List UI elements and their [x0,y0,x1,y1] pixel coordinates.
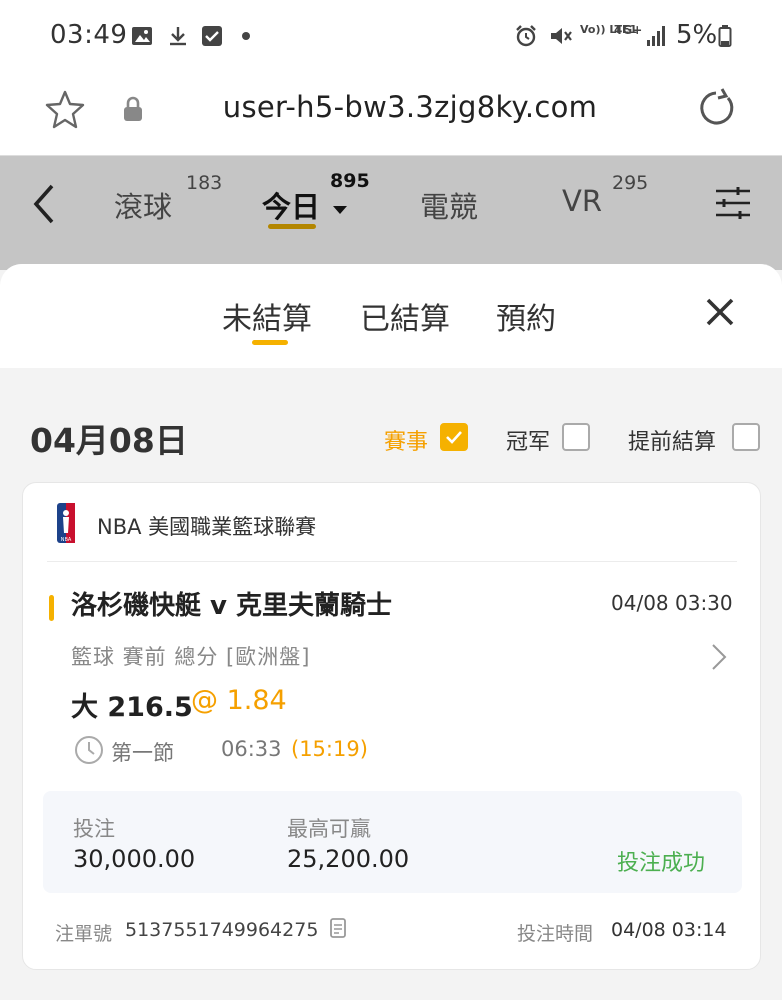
nav-tab-vr-count: 295 [612,172,649,194]
card-divider [47,561,737,562]
game-remaining: (15:19) [291,737,368,761]
checkbox-icon [200,24,224,48]
bet-pick: 大 216.5 [71,692,193,723]
battery-icon [718,24,732,48]
bet-status: 投注成功 [617,851,706,876]
caret-down-icon[interactable] [332,200,348,219]
filter-label-events[interactable]: 賽事 [384,424,428,456]
tab-unsettled[interactable]: 未結算 [222,294,312,338]
filter-champion-checkbox[interactable] [562,423,590,451]
nav-tab-today[interactable]: 今日 [262,184,320,226]
ticket-number: 5137551749964275 [125,919,319,941]
filter-early-settle-checkbox[interactable] [732,423,760,451]
battery-percent: 5% [676,20,718,50]
bet-type: 籃球 賽前 總分 [歐洲盤] [71,645,311,669]
alarm-icon [514,24,538,48]
tab-settled[interactable]: 已結算 [360,294,450,338]
image-icon [130,24,154,48]
sheet-tabs-bar: 未結算 已結算 預約 [0,264,782,368]
sheet-tab-indicator [252,340,288,345]
lock-icon [122,96,144,126]
copy-icon[interactable] [329,917,347,939]
match-time: 04/08 03:30 [611,591,733,615]
match-marker [49,595,54,621]
max-win-label: 最高可贏 [287,817,371,841]
mute-icon [548,24,574,48]
browser-bar: user-h5-bw3.3zjg8ky.com [0,72,782,156]
bet-card[interactable]: NBA NBA 美國職業籃球聯賽 洛杉磯快艇 v 克里夫蘭騎士 04/08 03… [22,482,761,970]
league-name: NBA 美國職業籃球聯賽 [97,515,317,539]
chevron-right-icon[interactable] [711,643,727,671]
status-bar: 03:49 Vo)) LTE1 4G+ 5% [0,0,782,72]
stake-label: 投注 [73,817,115,841]
match-title: 洛杉磯快艇 v 克里夫蘭騎士 [71,591,393,621]
max-win-value: 25,200.00 [287,845,410,873]
date-heading: 04月08日 [30,421,188,460]
filter-label-early-settle[interactable]: 提前結算 [628,424,716,456]
reload-icon[interactable] [694,86,738,134]
bookmark-star-icon[interactable] [44,88,86,134]
bet-time-label: 投注時間 [517,923,594,945]
filter-label-champion[interactable]: 冠军 [506,424,550,456]
tab-reserved[interactable]: 預約 [496,294,556,338]
status-time: 03:49 [50,20,128,50]
bet-time: 04/08 03:14 [611,919,727,941]
nav-tab-vr[interactable]: VR [562,184,602,218]
game-clock: 06:33 [221,737,282,761]
ticket-label: 注單號 [55,923,113,945]
nba-logo-icon: NBA [57,503,75,543]
bet-history-sheet: 未結算 已結算 預約 04月08日 賽事 冠军 提前結算 NBA NBA 美國職… [0,264,782,1000]
close-icon[interactable] [700,292,740,332]
filter-events-checkbox[interactable] [440,423,468,451]
back-icon[interactable] [28,182,60,230]
stake-value: 30,000.00 [73,845,196,873]
nav-tab-live-count: 183 [186,172,223,194]
url-text[interactable]: user-h5-bw3.3zjg8ky.com [190,90,630,124]
stake-summary: 投注 30,000.00 最高可贏 25,200.00 投注成功 [43,791,742,893]
svg-text:NBA: NBA [61,537,72,543]
clock-icon [73,734,105,766]
4g-icon: 4G+ [614,23,643,37]
nav-active-indicator [268,224,316,229]
bet-odds: @ 1.84 [191,685,287,716]
filter-settings-icon[interactable] [714,186,752,224]
signal-icon [646,24,668,48]
nav-tab-today-count: 895 [330,170,370,192]
app-header: 滾球 183 今日 895 電競 VR 295 [0,156,782,270]
dot-icon [240,24,252,48]
nav-tab-live[interactable]: 滾球 [114,184,172,226]
game-period: 第一節 [111,741,174,765]
download-icon [166,24,190,48]
nav-tab-esports[interactable]: 電競 [420,184,478,226]
